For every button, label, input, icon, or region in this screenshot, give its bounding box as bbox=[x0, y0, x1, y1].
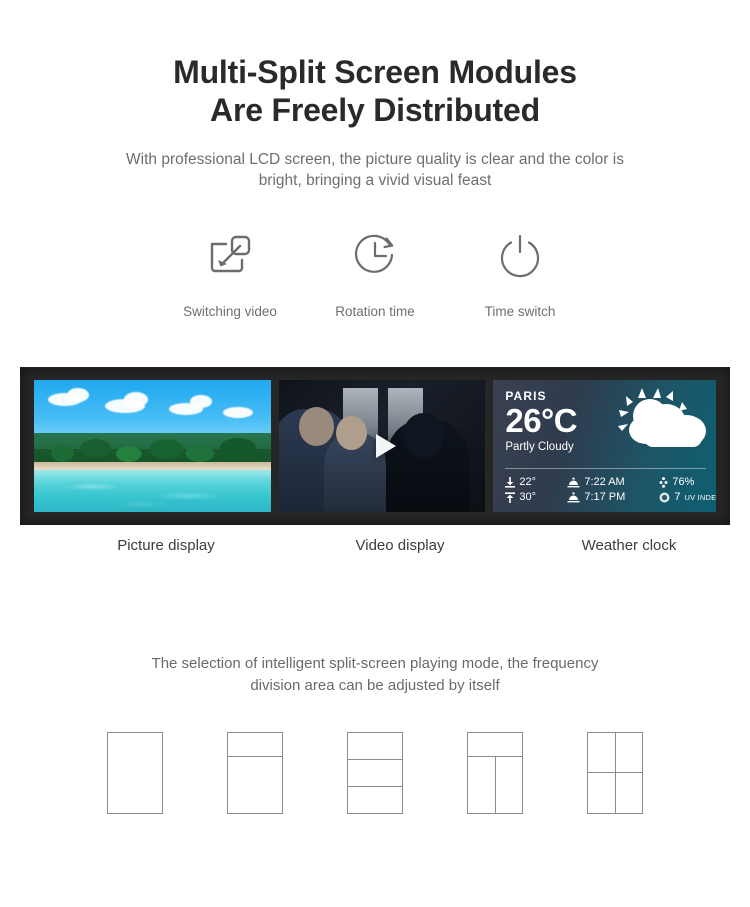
switching-video-icon bbox=[158, 226, 303, 286]
weather-stat-temp-high: 30° bbox=[505, 491, 567, 503]
display-showcase: PARIS 26°C Partly Cloudy 22° 7:22 AM 76%… bbox=[20, 367, 730, 526]
layout-cell bbox=[588, 733, 615, 773]
layout-cell bbox=[614, 732, 643, 773]
weather-stats: 22° 7:22 AM 76% 30° 7:17 PM 7 UV INDE bbox=[505, 476, 716, 503]
weather-stat-uv-label: UV INDEX bbox=[684, 492, 716, 502]
weather-divider bbox=[505, 468, 706, 470]
split-mode-caption-line-1: The selection of intelligent split-scree… bbox=[151, 655, 599, 673]
page-subtitle: With professional LCD screen, the pictur… bbox=[0, 149, 750, 192]
layout-top-plus-two-cols[interactable] bbox=[467, 731, 523, 814]
split-mode-caption: The selection of intelligent split-scree… bbox=[0, 653, 750, 696]
play-icon[interactable] bbox=[375, 434, 396, 459]
layout-cell bbox=[228, 733, 282, 756]
page-title-line-2: Are Freely Distributed bbox=[210, 91, 540, 128]
layout-cell bbox=[348, 760, 402, 786]
layout-cell bbox=[348, 787, 402, 813]
cloud-shape bbox=[223, 406, 254, 418]
layout-slot-2 bbox=[195, 731, 315, 814]
feature-time-switch[interactable]: Time switch bbox=[448, 226, 593, 319]
page-subtitle-line-1: With professional LCD screen, the pictur… bbox=[126, 150, 624, 168]
cloud-shape bbox=[123, 392, 148, 408]
panel-mode-labels: Picture display Video display Weather cl… bbox=[40, 525, 730, 565]
weather-stat-temp-low: 22° bbox=[505, 476, 567, 488]
weather-stat-value: 76% bbox=[672, 476, 695, 489]
panel-picture-display[interactable] bbox=[34, 380, 271, 513]
rotation-time-icon bbox=[303, 226, 448, 286]
feature-label-rotation-time: Rotation time bbox=[335, 304, 415, 320]
feature-label-time-switch: Time switch bbox=[484, 304, 556, 320]
page-root: Multi-Split Screen Modules Are Freely Di… bbox=[0, 0, 750, 907]
layout-options bbox=[0, 731, 750, 814]
beach-photo bbox=[34, 380, 271, 513]
weather-stat-value: 30° bbox=[519, 491, 536, 504]
mode-label-video-display[interactable]: Video display bbox=[292, 525, 508, 565]
temp-low-icon bbox=[505, 476, 516, 488]
layout-slot-5 bbox=[555, 731, 675, 814]
layout-row bbox=[348, 785, 402, 813]
layout-row bbox=[108, 733, 162, 813]
weather-stat-sunset: 7:17 PM bbox=[567, 491, 659, 503]
weather-stat-value: 22° bbox=[519, 476, 536, 489]
layout-row bbox=[348, 758, 402, 786]
mode-label-weather-clock[interactable]: Weather clock bbox=[508, 525, 730, 565]
uv-icon bbox=[659, 492, 670, 503]
layout-row bbox=[228, 756, 282, 813]
page-title: Multi-Split Screen Modules Are Freely Di… bbox=[0, 54, 750, 130]
layout-quad[interactable] bbox=[587, 731, 643, 814]
layout-cell bbox=[494, 757, 523, 813]
layout-row bbox=[588, 732, 643, 773]
layout-slot-4 bbox=[435, 731, 555, 814]
layout-cell bbox=[348, 733, 402, 759]
feature-switching-video[interactable]: Switching video bbox=[158, 226, 303, 319]
sunset-icon bbox=[567, 492, 580, 503]
mode-label-picture-display[interactable]: Picture display bbox=[40, 525, 292, 565]
weather-widget: PARIS 26°C Partly Cloudy 22° 7:22 AM 76%… bbox=[493, 380, 716, 513]
page-subtitle-line-2: bright, bringing a vivid visual feast bbox=[258, 171, 492, 189]
video-frame bbox=[278, 380, 486, 513]
layout-two-rows[interactable] bbox=[227, 731, 283, 814]
split-mode-caption-line-2: division area can be adjusted by itself bbox=[250, 676, 500, 694]
panel-video-display[interactable] bbox=[278, 380, 486, 513]
layout-row bbox=[348, 733, 402, 759]
layout-cell bbox=[588, 773, 615, 813]
feature-rotation-time[interactable]: Rotation time bbox=[303, 226, 448, 319]
header-section: Multi-Split Screen Modules Are Freely Di… bbox=[0, 0, 750, 191]
weather-stat-value: 7:22 AM bbox=[584, 476, 625, 489]
layout-row bbox=[468, 756, 522, 813]
weather-stat-value: 7:17 PM bbox=[584, 491, 626, 504]
display-reflection: 22° 7:22 AM 76% 30° 7:17 PM 7 Picture di… bbox=[20, 525, 730, 612]
page-title-line-1: Multi-Split Screen Modules bbox=[173, 54, 577, 90]
layout-cell bbox=[468, 733, 522, 756]
layout-slot-1 bbox=[75, 731, 195, 814]
person-head bbox=[402, 413, 444, 459]
cloud-shape bbox=[190, 394, 213, 408]
layout-cell bbox=[228, 757, 282, 813]
time-switch-icon bbox=[448, 226, 593, 286]
sun-behind-cloud-icon bbox=[606, 386, 710, 452]
weather-stat-uv-index: 7 UV INDEX bbox=[659, 491, 716, 503]
panel-weather-clock[interactable]: PARIS 26°C Partly Cloudy 22° 7:22 AM 76%… bbox=[493, 380, 716, 513]
feature-label-switching-video: Switching video bbox=[183, 304, 277, 320]
temp-high-icon bbox=[505, 492, 516, 503]
layout-cell bbox=[108, 733, 162, 813]
layout-cell bbox=[614, 773, 643, 813]
layout-single[interactable] bbox=[107, 731, 163, 814]
weather-stat-humidity: 76% bbox=[659, 476, 716, 488]
weather-stat-value: 7 bbox=[674, 491, 681, 504]
layout-row bbox=[468, 733, 522, 756]
sunrise-icon bbox=[567, 476, 580, 488]
layout-row bbox=[228, 733, 282, 756]
feature-list: Switching video Rotation time Time switc… bbox=[0, 226, 750, 319]
layout-cell bbox=[468, 757, 495, 813]
layout-slot-3 bbox=[315, 731, 435, 814]
humidity-icon bbox=[659, 476, 668, 488]
weather-stat-sunrise: 7:22 AM bbox=[567, 476, 659, 488]
layout-three-rows[interactable] bbox=[347, 731, 403, 814]
layout-row bbox=[588, 772, 642, 813]
display-bezel: PARIS 26°C Partly Cloudy 22° 7:22 AM 76%… bbox=[20, 367, 730, 526]
lagoon-water bbox=[34, 470, 271, 513]
